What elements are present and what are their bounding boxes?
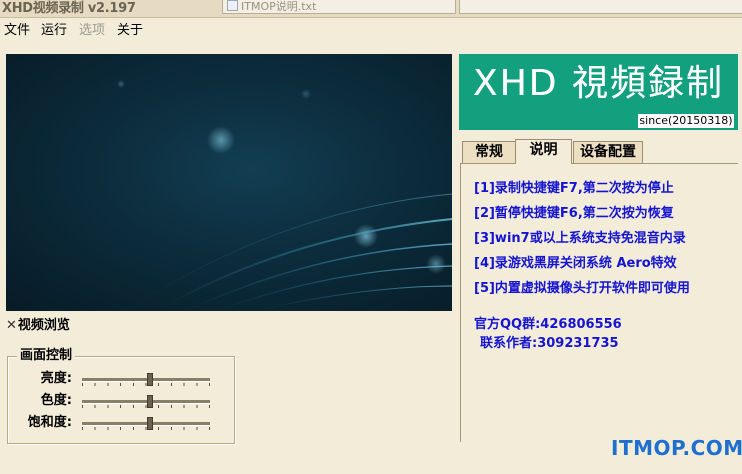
hue-label: 色度: [40,393,72,408]
logo-since: since(20150318) [638,114,734,128]
tab-device-config[interactable]: 设备配置 [573,141,643,163]
title-bar: XHD视频录制 v2.197 ITMOP说明.txt [0,0,742,18]
saturation-label: 饱和度: [27,415,72,430]
brightness-label: 亮度: [40,371,72,386]
site-watermark: ITMOP.COM [611,436,742,460]
picture-control-legend: 画面控制 [17,348,76,364]
tab-instructions[interactable]: 说明 [515,139,572,164]
menu-file[interactable]: 文件 [4,23,30,38]
tab-general[interactable]: 常规 [462,141,516,163]
background-window-tab[interactable]: ITMOP说明.txt [222,0,456,14]
file-icon [227,0,238,11]
hue-slider-thumb[interactable] [147,395,153,408]
video-preview-label: 视频浏览 [17,318,70,333]
saturation-ticks [82,427,210,430]
video-preview[interactable] [6,54,452,311]
close-icon: ✕ [6,318,17,333]
hue-slider-track[interactable] [82,400,210,404]
menu-options[interactable]: 选项 [79,23,105,38]
qq-group-text: 官方QQ群:426806556 [474,317,622,332]
instruction-item: [5]内置虚拟摄像头打开软件即可使用 [474,281,690,296]
picture-control-group: 画面控制 亮度: 色度: 饱和度: [7,348,235,444]
logo-title: XHD 視頻録制 [473,63,724,104]
menu-about[interactable]: 关于 [117,23,143,38]
author-contact-text: 联系作者:309231735 [480,336,619,351]
menu-run[interactable]: 运行 [41,23,67,38]
menu-bar: 文件 运行 选项 关于 [0,18,742,41]
window-title: XHD视频录制 v2.197 [2,1,136,16]
instruction-item: [3]win7或以上系统支持免混音内录 [474,231,686,246]
preview-background-graphic [117,80,452,311]
background-window-label: ITMOP说明.txt [241,0,317,13]
brightness-ticks [82,383,210,386]
brightness-slider-thumb[interactable] [147,373,153,386]
background-window-tab[interactable] [459,0,742,14]
brightness-slider-track[interactable] [82,378,210,382]
app-logo-banner: XHD 視頻録制 since(20150318) [459,54,738,130]
saturation-slider-track[interactable] [82,422,210,426]
instruction-item: [4]录游戏黑屏关闭系统 Aero特效 [474,256,677,271]
saturation-slider-thumb[interactable] [147,417,153,430]
hue-ticks [82,405,210,408]
instruction-item: [2]暂停快捷键F6,第二次按为恢复 [474,206,674,221]
instruction-item: [1]录制快捷键F7,第二次按为停止 [474,181,674,196]
video-preview-toggle[interactable]: ✕视频浏览 [6,318,70,334]
instructions-panel: [1]录制快捷键F7,第二次按为停止 [2]暂停快捷键F6,第二次按为恢复 [3… [460,163,738,442]
